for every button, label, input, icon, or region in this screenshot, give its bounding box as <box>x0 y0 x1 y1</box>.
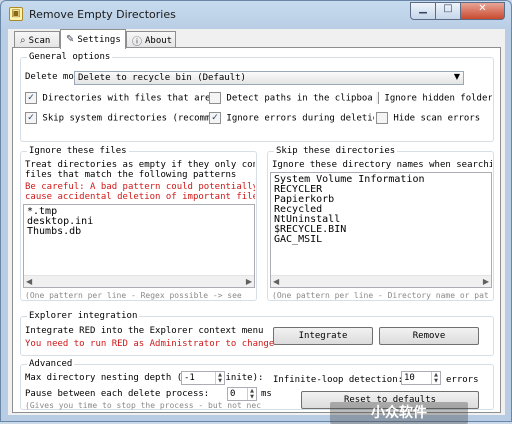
checkbox-hide-scan-errors[interactable]: Hide scan errors <box>376 112 492 124</box>
search-icon: ⌕ <box>20 35 26 46</box>
checkbox-detect-clipboard[interactable]: Detect paths in the clipboard <box>209 92 374 104</box>
explorer-admin-warning: You need to run RED as Administrator to … <box>25 339 275 349</box>
close-icon[interactable]: ✕ <box>461 2 505 20</box>
tab-scan-label: Scan <box>28 35 51 46</box>
checkbox-detect-clipboard-label: Detect paths in the clipboard <box>226 93 374 104</box>
checkbox-ignore-hidden[interactable]: Ignore hidden folders <box>376 92 492 104</box>
client-area: ⌕ Scan ✎ Settings ⓘ About General option… <box>8 29 505 424</box>
ignore-files-desc-1: Treat directories as empty if they only … <box>25 160 255 170</box>
scroll-right-icon[interactable]: ▶ <box>246 276 252 287</box>
skip-dirs-hint: (One pattern per line - Directory name o… <box>272 291 489 300</box>
settings-panel: General options Delete mode: Delete to r… <box>12 47 501 413</box>
ignore-files-title: Ignore these files <box>27 146 129 156</box>
pause-stepper[interactable]: 0 ▲ ▼ <box>227 387 257 401</box>
pause-value: 0 <box>230 389 236 399</box>
title-bar[interactable]: ▣ Remove Empty Directories ▁ □ ✕ <box>1 1 511 29</box>
watermark-logo: 小众软件 <box>330 402 468 424</box>
checkbox-hide-scan-errors-box[interactable] <box>376 112 388 124</box>
scroll-right-icon[interactable]: ▶ <box>483 276 489 287</box>
delete-mode-value: Delete to recycle bin (Default) <box>78 73 246 83</box>
skip-dirs-group: Skip these directories Ignore these dire… <box>267 146 494 301</box>
explorer-desc: Integrate RED into the Explorer context … <box>25 326 264 336</box>
pattern-line: Thumbs.db <box>27 226 82 237</box>
ignore-files-hint: (One pattern per line - Regex possible -… <box>25 291 242 300</box>
checkbox-ignore-errors-box[interactable]: ✓ <box>209 112 221 124</box>
checkbox-ignore-hidden-label: Ignore hidden folders <box>384 93 492 104</box>
checkbox-ignore-hidden-box[interactable] <box>376 92 379 104</box>
chevron-down-icon: ▼ <box>453 72 460 81</box>
explorer-integration-group: Explorer integration Integrate RED into … <box>20 311 494 356</box>
errors-label: errors <box>446 375 479 385</box>
scroll-left-icon[interactable]: ◀ <box>273 276 279 287</box>
infinite-loop-label: Infinite-loop detection: St <box>273 375 403 385</box>
checkbox-skip-system-box[interactable]: ✓ <box>25 112 37 124</box>
stepper-arrows-icon[interactable]: ▲ ▼ <box>431 372 440 384</box>
general-options-title: General options <box>27 52 113 62</box>
integrate-button[interactable]: Integrate <box>273 327 373 345</box>
ignore-files-group: Ignore these files Treat directories as … <box>20 146 257 301</box>
pause-note: (Gives you time to stop the process - bu… <box>25 401 262 410</box>
horizontal-scrollbar[interactable]: ◀ ▶ <box>271 275 491 287</box>
stepper-arrows-icon[interactable]: ▲ ▼ <box>215 372 224 384</box>
window-title: Remove Empty Directories <box>29 8 176 21</box>
remove-button[interactable]: Remove <box>379 327 479 345</box>
scroll-left-icon[interactable]: ◀ <box>26 276 32 287</box>
max-depth-stepper[interactable]: -1 ▲ ▼ <box>181 371 225 385</box>
folder-icon: ▣ <box>9 7 23 21</box>
maximize-icon[interactable]: □ <box>436 2 461 20</box>
minimize-icon[interactable]: ▁ <box>410 2 436 20</box>
tab-settings-label: Settings <box>77 34 121 45</box>
checkbox-detect-clipboard-box[interactable] <box>209 92 221 104</box>
horizontal-scrollbar[interactable]: ◀ ▶ <box>24 275 254 287</box>
skip-dirs-textarea[interactable]: System Volume Information RECYCLER Papie… <box>270 172 492 288</box>
tools-icon: ✎ <box>66 34 75 45</box>
checkbox-zero-files-box[interactable]: ✓ <box>25 92 37 104</box>
ignore-files-desc-2: files that match the following patterns <box>25 170 237 180</box>
stepper-arrows-icon[interactable]: ▲ ▼ <box>247 388 256 400</box>
pause-unit: ms <box>261 389 272 399</box>
skip-dirs-title: Skip these directories <box>274 146 398 156</box>
checkbox-hide-scan-errors-label: Hide scan errors <box>393 113 481 124</box>
info-icon: ⓘ <box>132 37 142 48</box>
ignore-files-warning-2: cause accidental deletion of important f… <box>25 192 255 202</box>
ignore-files-warning-1: Be careful: A bad pattern could potentia… <box>25 182 255 192</box>
pause-label: Pause between each delete process: <box>25 389 210 399</box>
checkbox-skip-system[interactable]: ✓ Skip system directories (recommend <box>25 112 209 124</box>
tab-settings[interactable]: ✎ Settings <box>60 29 126 49</box>
infinite-loop-stepper[interactable]: 10 ▲ ▼ <box>401 371 441 385</box>
general-options-group: General options Delete mode: Delete to r… <box>20 52 494 142</box>
checkbox-skip-system-label: Skip system directories (recommend <box>42 113 209 124</box>
checkbox-ignore-errors[interactable]: ✓ Ignore errors during deletion <box>209 112 374 124</box>
main-window: ▣ Remove Empty Directories ▁ □ ✕ ⌕ Scan … <box>0 0 512 424</box>
skip-dirs-desc: Ignore these directory names when search… <box>272 160 492 170</box>
dir-line: GAC_MSIL <box>274 234 323 245</box>
checkbox-zero-files-label: Directories with files that are 0 <box>42 93 209 104</box>
explorer-integration-title: Explorer integration <box>27 311 140 321</box>
max-depth-label: Max directory nesting depth (-1 = infini… <box>25 373 264 383</box>
tab-about-label: About <box>145 35 173 46</box>
checkbox-zero-files[interactable]: ✓ Directories with files that are 0 <box>25 92 209 104</box>
advanced-title: Advanced <box>27 359 75 369</box>
infinite-loop-value: 10 <box>404 373 415 383</box>
max-depth-value: -1 <box>184 373 195 383</box>
delete-mode-select[interactable]: Delete to recycle bin (Default) ▼ <box>74 71 464 85</box>
checkbox-ignore-errors-label: Ignore errors during deletion <box>226 113 374 124</box>
ignore-patterns-textarea[interactable]: *.tmp desktop.ini Thumbs.db ◀ ▶ <box>23 204 255 288</box>
